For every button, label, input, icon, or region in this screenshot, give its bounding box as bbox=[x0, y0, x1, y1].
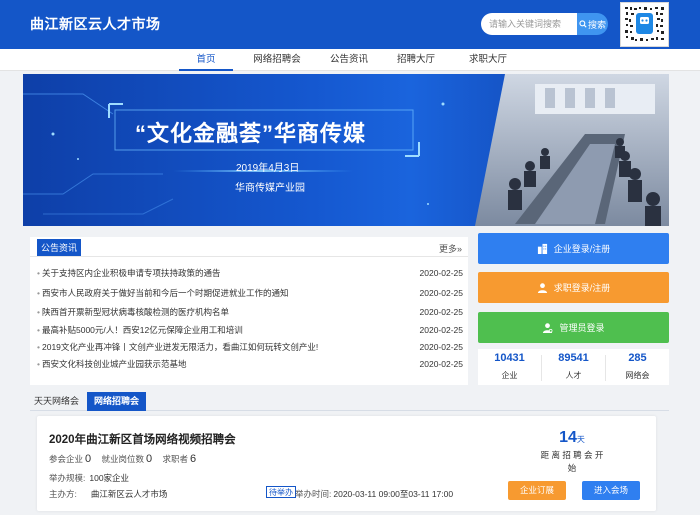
bullet-icon: • bbox=[37, 268, 40, 278]
search-icon bbox=[579, 20, 587, 28]
countdown: 14天 距 离 招 聘 会 开 始 bbox=[537, 429, 607, 475]
site-stats: 10431 企业 89541 人才 285 网络会 bbox=[478, 349, 669, 385]
countdown-days: 14 bbox=[559, 429, 577, 446]
search-button[interactable]: 搜索 bbox=[577, 13, 608, 35]
banner-venue: 华商传媒产业园 bbox=[235, 183, 305, 194]
announcements-more-link[interactable]: 更多» bbox=[439, 242, 462, 255]
announcement-date: 2020-02-25 bbox=[419, 342, 463, 352]
subscribe-button[interactable]: 企业订展 bbox=[508, 481, 566, 500]
countdown-desc: 距 离 招 聘 会 开 始 bbox=[540, 450, 604, 473]
announcement-title: 2019文化产业再冲锋丨文创产业迸发无限活力，看曲江如何玩转文创产业! bbox=[41, 342, 319, 352]
bullet-icon: • bbox=[37, 288, 40, 298]
stat-label: 人才 bbox=[565, 371, 582, 380]
search-input[interactable] bbox=[481, 13, 577, 35]
stat-value: 285 bbox=[628, 352, 647, 364]
organizer-label: 主办方: bbox=[49, 489, 77, 499]
stat-label: 网络会 bbox=[625, 371, 650, 380]
hero-banner[interactable]: “文化金融荟”华商传媒 2019年4月3日 华商传媒产业园 bbox=[23, 74, 669, 226]
announcement-date: 2020-02-25 bbox=[419, 325, 463, 335]
tab-daily-fair[interactable]: 天天网络会 bbox=[30, 392, 83, 411]
stat-online-fairs: 285 网络会 bbox=[606, 352, 669, 381]
tab-online-fair[interactable]: 网络招聘会 bbox=[87, 392, 146, 411]
company-login-button[interactable]: 企业登录/注册 bbox=[478, 233, 669, 264]
announcement-title: 西安文化科技创业城产业园获示范基地 bbox=[41, 359, 187, 369]
admin-login-button[interactable]: 管理员登录 bbox=[478, 312, 669, 343]
bullet-icon: • bbox=[37, 342, 40, 352]
time-label: 举办时间: bbox=[295, 489, 332, 499]
banner-date: 2019年4月3日 bbox=[236, 163, 300, 174]
company-login-label: 企业登录/注册 bbox=[553, 244, 611, 254]
job-fair-scale: 举办规模: 100家企业 bbox=[49, 472, 129, 484]
nav-jobseek-hall[interactable]: 求职大厅 bbox=[461, 49, 515, 71]
fair-tabs: 天天网络会 网络招聘会 bbox=[30, 392, 669, 411]
announcement-title: 最高补贴5000元/人！西安12亿元保障企业用工和培训 bbox=[41, 325, 243, 335]
bullet-icon: • bbox=[37, 307, 40, 317]
announcement-title: 西安市人民政府关于做好当前和今后一个时期促进就业工作的通知 bbox=[41, 288, 289, 298]
announcements-tag: 公告资讯 bbox=[37, 239, 82, 257]
nav-job-fair[interactable]: 网络招聘会 bbox=[250, 49, 304, 71]
announcement-item[interactable]: • 陕西首开票新型冠状病毒核酸检测的医疗机构名单 2020-02-25 bbox=[37, 303, 463, 321]
stat-companies: 10431 企业 bbox=[478, 352, 541, 381]
qr-code-icon bbox=[624, 6, 665, 43]
announcements-panel: 公告资讯 更多» • 关于支持区内企业积极申请专项扶持政策的通告 2020-02-2… bbox=[30, 237, 468, 385]
search-box: 搜索 bbox=[481, 13, 608, 35]
main-nav: 首页 网络招聘会 公告资讯 招聘大厅 求职大厅 bbox=[0, 49, 700, 71]
job-fair-time: 举办时间: 2020-03-11 09:00至03-11 17:00 bbox=[295, 488, 453, 500]
announcement-date: 2020-02-25 bbox=[419, 288, 463, 298]
stat-value: 89541 bbox=[558, 352, 589, 364]
announcement-title: 陕西首开票新型冠状病毒核酸检测的医疗机构名单 bbox=[41, 307, 229, 317]
job-fair-card[interactable]: 2020年曲江新区首场网络视频招聘会 参会企业 0 就业岗位数 0 求职者 6 举办规… bbox=[37, 416, 656, 511]
announcement-title: 关于支持区内企业积极申请专项扶持政策的通告 bbox=[41, 268, 221, 278]
user-icon bbox=[537, 283, 547, 293]
bullet-icon: • bbox=[37, 325, 40, 335]
positions-label: 就业岗位数 bbox=[101, 454, 145, 464]
bullet-icon: • bbox=[37, 359, 40, 369]
seeker-login-button[interactable]: 求职登录/注册 bbox=[478, 272, 669, 303]
organizer-value: 曲江新区云人才市场 bbox=[90, 489, 168, 499]
job-fair-counts: 参会企业 0 就业岗位数 0 求职者 6 bbox=[49, 453, 204, 465]
search-button-label: 搜索 bbox=[587, 19, 606, 30]
scale-value: 100家企业 bbox=[89, 473, 130, 483]
announcement-item[interactable]: • 最高补贴5000元/人！西安12亿元保障企业用工和培训 2020-02-25 bbox=[37, 321, 463, 339]
enter-venue-button[interactable]: 进入会场 bbox=[582, 481, 640, 500]
site-title[interactable]: 曲江新区云人才市场 bbox=[30, 14, 161, 34]
nav-home[interactable]: 首页 bbox=[179, 49, 233, 71]
announcement-item[interactable]: • 西安市人民政府关于做好当前和今后一个时期促进就业工作的通知 2020-02-25 bbox=[37, 284, 463, 302]
stat-label: 企业 bbox=[501, 371, 518, 380]
announcement-item[interactable]: • 西安文化科技创业城产业园获示范基地 2020-02-25 bbox=[37, 355, 463, 373]
admin-login-label: 管理员登录 bbox=[559, 323, 605, 333]
qr-code bbox=[620, 2, 669, 47]
stat-talents: 89541 人才 bbox=[542, 352, 605, 381]
announcement-item[interactable]: • 2019文化产业再冲锋丨文创产业迸发无限活力，看曲江如何玩转文创产业! 2020… bbox=[37, 338, 463, 356]
top-header: 曲江新区云人才市场 搜索 bbox=[0, 0, 700, 49]
announcement-date: 2020-02-25 bbox=[419, 268, 463, 278]
seekers-value: 6 bbox=[190, 453, 197, 465]
conference-photo bbox=[475, 74, 669, 226]
banner-title: “文化金融荟”华商传媒 bbox=[135, 121, 367, 146]
job-fair-title[interactable]: 2020年曲江新区首场网络视频招聘会 bbox=[49, 431, 236, 447]
announcement-date: 2020-02-25 bbox=[419, 359, 463, 369]
seeker-login-label: 求职登录/注册 bbox=[553, 283, 611, 293]
job-fair-organizer: 主办方: 曲江新区云人才市场 bbox=[49, 488, 167, 500]
scale-label: 举办规模: bbox=[49, 473, 86, 483]
positions-value: 0 bbox=[146, 453, 153, 465]
admin-icon bbox=[543, 323, 553, 333]
nav-recruit-hall[interactable]: 招聘大厅 bbox=[389, 49, 443, 71]
nav-announcements[interactable]: 公告资讯 bbox=[322, 49, 376, 71]
countdown-unit: 天 bbox=[576, 435, 585, 444]
announcement-date: 2020-02-25 bbox=[419, 307, 463, 317]
announcement-item[interactable]: • 关于支持区内企业积极申请专项扶持政策的通告 2020-02-25 bbox=[37, 264, 463, 282]
seekers-label: 求职者 bbox=[162, 454, 189, 464]
status-badge: 待举办 bbox=[266, 486, 296, 498]
stat-value: 10431 bbox=[494, 352, 525, 364]
participants-value: 0 bbox=[85, 453, 92, 465]
time-value: 2020-03-11 09:00至03-11 17:00 bbox=[333, 489, 454, 499]
building-icon bbox=[537, 243, 547, 254]
divider bbox=[30, 256, 468, 257]
participants-label: 参会企业 bbox=[49, 454, 84, 464]
